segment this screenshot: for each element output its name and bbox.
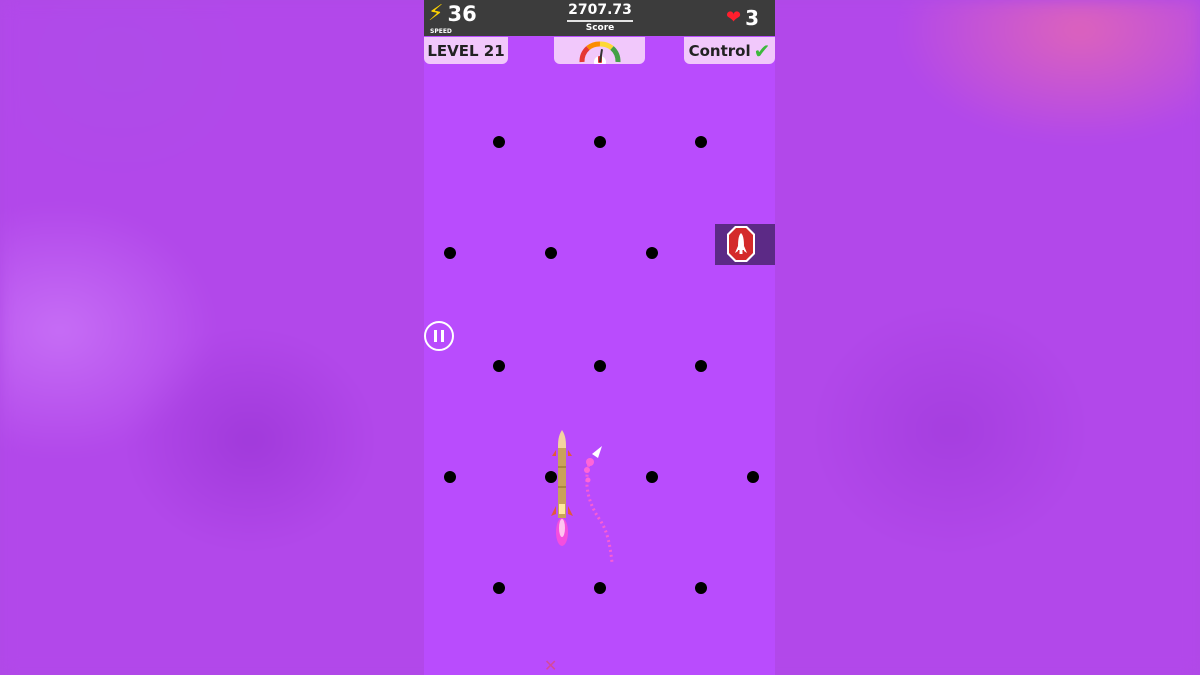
- speed-indicator: ⚡ 36: [428, 2, 477, 26]
- rocket-stop-button[interactable]: [715, 224, 775, 265]
- control-status[interactable]: Control ✔: [684, 37, 775, 64]
- obstacle-dot: [646, 247, 658, 259]
- lives-value: 3: [745, 6, 759, 30]
- obstacle-dot: [493, 360, 505, 372]
- speed-label: SPEED: [430, 28, 452, 35]
- obstacle-dot: [444, 471, 456, 483]
- pause-button[interactable]: [424, 321, 454, 351]
- level-label: LEVEL 21: [427, 41, 505, 60]
- checkmark-icon: ✔: [753, 38, 771, 63]
- speed-value: 36: [447, 2, 477, 26]
- control-label: Control: [688, 41, 751, 60]
- score-display: 2707.73 Score: [564, 2, 636, 34]
- hud-top-bar: ⚡ 36 SPEED 2707.73 Score ❤ 3: [424, 0, 775, 36]
- obstacle-dot: [695, 360, 707, 372]
- score-label: Score: [585, 23, 615, 33]
- lives-indicator: ❤ 3: [726, 6, 759, 30]
- obstacle-dot: [545, 247, 557, 259]
- obstacle-dot: [646, 471, 658, 483]
- obstacle-dot: [747, 471, 759, 483]
- score-value: 2707.73: [568, 2, 632, 18]
- score-divider: [567, 20, 633, 22]
- speed-gauge-icon: [579, 41, 620, 64]
- obstacle-dot: [594, 136, 606, 148]
- pause-icon-bar-right: [441, 330, 444, 342]
- lightning-bolt-icon: ⚡: [428, 1, 444, 26]
- obstacle-dot: [594, 582, 606, 594]
- x-mark-icon: ✕: [544, 656, 558, 675]
- enemy-missile: [584, 446, 614, 563]
- obstacle-dot: [695, 136, 707, 148]
- rocket-stop-sign-icon: [727, 226, 755, 262]
- player-rocket[interactable]: [548, 428, 576, 548]
- obstacle-dot: [493, 582, 505, 594]
- level-badge: LEVEL 21: [424, 37, 508, 64]
- obstacle-dot: [493, 136, 505, 148]
- obstacle-dot: [444, 247, 456, 259]
- obstacle-dot: [695, 582, 707, 594]
- heart-icon: ❤: [725, 7, 742, 28]
- game-playfield[interactable]: ⚡ 36 SPEED 2707.73 Score ❤ 3 LEVEL 21 Co…: [424, 0, 775, 675]
- obstacle-dot: [594, 360, 606, 372]
- pause-icon-bar-left: [434, 330, 437, 342]
- speed-gauge-panel: [554, 37, 645, 64]
- paper-plane-missile-icon: [592, 446, 602, 458]
